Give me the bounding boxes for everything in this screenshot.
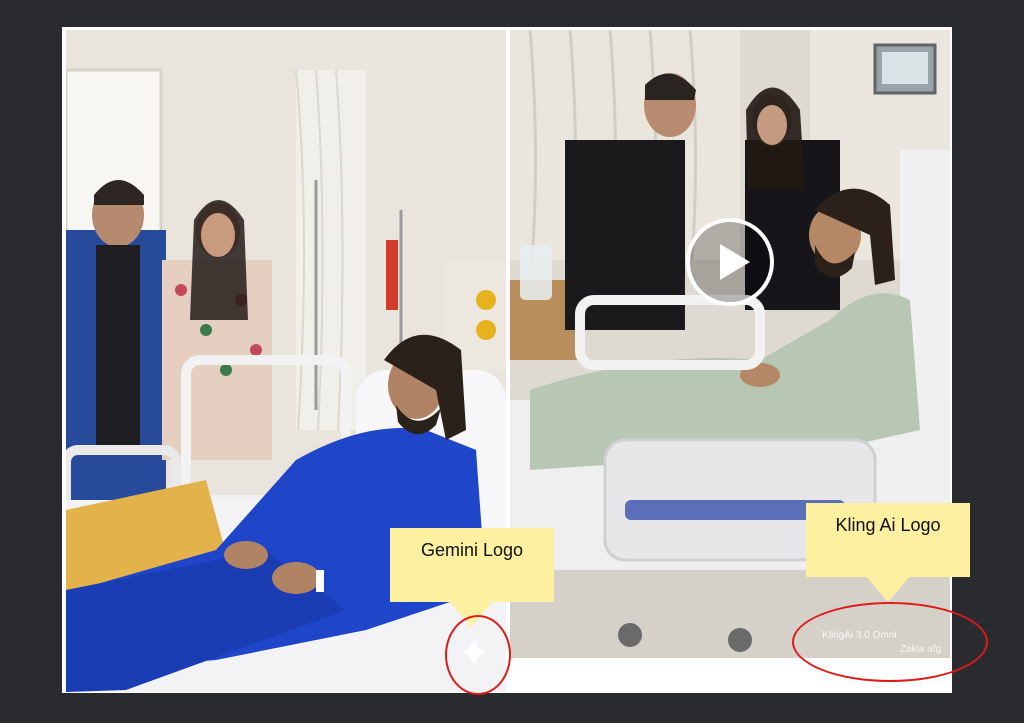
kling-callout-label: Kling Ai Logo <box>806 503 970 577</box>
play-icon[interactable] <box>684 216 776 308</box>
kling-highlight-ring <box>792 602 988 682</box>
gemini-callout-label: Gemini Logo <box>390 528 554 602</box>
gemini-highlight-ring <box>445 615 511 695</box>
kling-callout-arrow <box>866 576 910 602</box>
